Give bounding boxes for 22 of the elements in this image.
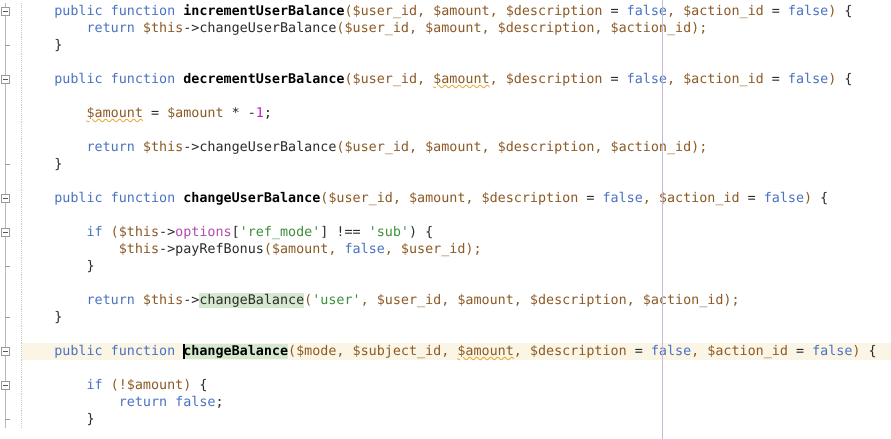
code-line: } xyxy=(85,411,96,428)
fold-icon[interactable] xyxy=(1,228,10,237)
code-line: return $this->changeUserBalance($user_id, $amount, $description, $action_id); xyxy=(85,139,708,156)
code-line: return $this->changeUserBalance($user_id, $amount, $description, $action_id); xyxy=(85,20,708,37)
code-line: if ($this->options['ref_mode'] !== 'sub') { xyxy=(85,224,434,241)
fold-icon[interactable] xyxy=(1,381,10,390)
code-line: public function incrementUserBalance($user_id, $amount, $description = false, $action_id = false) { xyxy=(53,3,854,20)
code-line: } xyxy=(53,309,64,326)
code-line: } xyxy=(85,258,96,275)
fold-icon[interactable] xyxy=(1,7,10,16)
code-line: } xyxy=(53,156,64,173)
code-line: } xyxy=(53,37,64,54)
fold-icon[interactable] xyxy=(1,347,10,356)
fold-icon[interactable] xyxy=(1,194,10,203)
code-line: return $this->changeBalance('user', $user_id, $amount, $description, $action_id); xyxy=(85,292,741,309)
code-line: public function changeUserBalance($user_id, $amount, $description = false, $action_id = false) { xyxy=(53,190,830,207)
fold-icon[interactable] xyxy=(1,75,10,84)
code-line: $this->payRefBonus($amount, false, $user_id); xyxy=(118,241,483,258)
code-line: if (!$amount) { xyxy=(85,377,208,394)
code-line: public function decrementUserBalance($user_id, $amount, $description = false, $action_id = false) { xyxy=(53,71,854,88)
code-line: return false; xyxy=(118,394,225,411)
code-line: $amount = $amount * -1; xyxy=(85,105,273,122)
